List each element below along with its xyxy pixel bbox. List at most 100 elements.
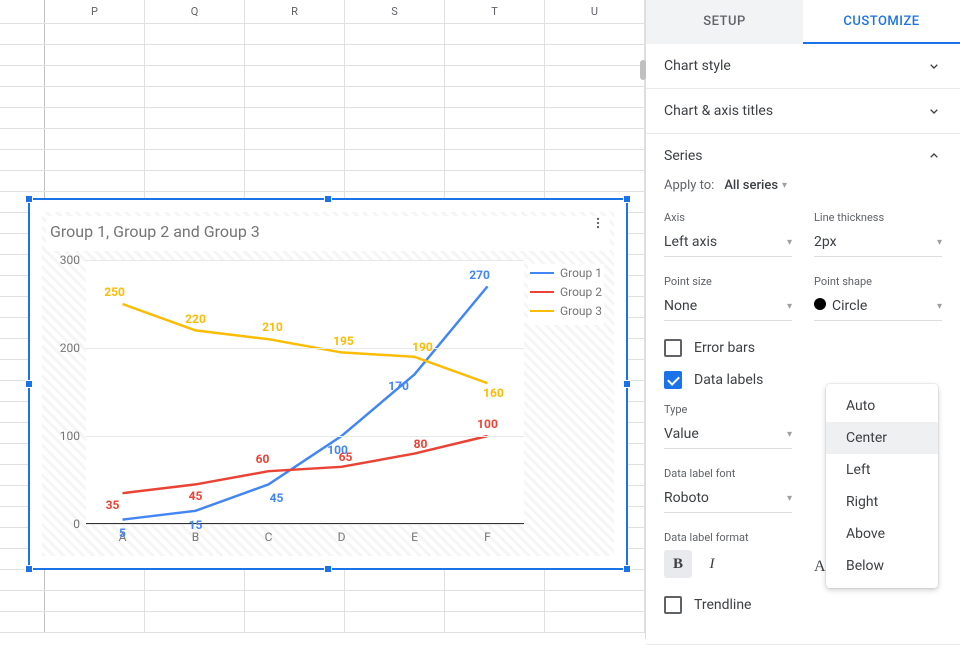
italic-button[interactable]: I bbox=[698, 550, 726, 578]
cell[interactable] bbox=[445, 591, 545, 611]
row-header-corner[interactable] bbox=[0, 0, 45, 23]
cell[interactable] bbox=[245, 150, 345, 170]
cell[interactable] bbox=[145, 171, 245, 191]
cell[interactable] bbox=[245, 45, 345, 65]
cell[interactable] bbox=[345, 87, 445, 107]
sidebar-scroll-indicator[interactable] bbox=[640, 60, 646, 80]
cell[interactable] bbox=[345, 66, 445, 86]
cell[interactable] bbox=[0, 591, 45, 611]
cell[interactable] bbox=[545, 591, 645, 611]
column-header[interactable]: R bbox=[245, 0, 345, 23]
cell[interactable] bbox=[545, 24, 645, 44]
cell[interactable] bbox=[245, 129, 345, 149]
cell[interactable] bbox=[0, 570, 45, 590]
cell[interactable] bbox=[445, 66, 545, 86]
cell[interactable] bbox=[145, 150, 245, 170]
cell[interactable] bbox=[45, 24, 145, 44]
cell[interactable] bbox=[545, 87, 645, 107]
type-select[interactable]: Value▾ bbox=[664, 422, 792, 449]
trendline-checkbox[interactable] bbox=[664, 596, 682, 614]
column-header[interactable]: Q bbox=[145, 0, 245, 23]
cell[interactable] bbox=[245, 87, 345, 107]
column-header[interactable]: S bbox=[345, 0, 445, 23]
cell[interactable] bbox=[145, 24, 245, 44]
chart-legend[interactable]: Group 1Group 2Group 3 bbox=[528, 264, 604, 325]
series-line[interactable] bbox=[123, 286, 488, 519]
resize-handle-mr[interactable] bbox=[623, 380, 631, 388]
resize-handle-ml[interactable] bbox=[25, 380, 33, 388]
cell[interactable] bbox=[0, 66, 45, 86]
column-header[interactable]: T bbox=[445, 0, 545, 23]
cell[interactable] bbox=[145, 108, 245, 128]
resize-handle-br[interactable] bbox=[623, 565, 631, 573]
cell[interactable] bbox=[345, 108, 445, 128]
cell[interactable] bbox=[45, 87, 145, 107]
point-size-select[interactable]: None▾ bbox=[664, 294, 792, 321]
cell[interactable] bbox=[0, 87, 45, 107]
cell[interactable] bbox=[45, 591, 145, 611]
cell[interactable] bbox=[45, 612, 145, 632]
cell[interactable] bbox=[145, 129, 245, 149]
cell[interactable] bbox=[45, 150, 145, 170]
tab-customize[interactable]: CUSTOMIZE bbox=[803, 0, 960, 44]
resize-handle-tr[interactable] bbox=[623, 195, 631, 203]
cell[interactable] bbox=[345, 45, 445, 65]
point-shape-select[interactable]: Circle▾ bbox=[814, 294, 942, 321]
cell[interactable] bbox=[445, 129, 545, 149]
resize-handle-bm[interactable] bbox=[324, 565, 332, 573]
cell[interactable] bbox=[545, 45, 645, 65]
menu-item-center[interactable]: Center bbox=[826, 422, 938, 454]
resize-handle-tl[interactable] bbox=[25, 195, 33, 203]
cell[interactable] bbox=[0, 612, 45, 632]
cell[interactable] bbox=[545, 612, 645, 632]
cell[interactable] bbox=[45, 108, 145, 128]
cell[interactable] bbox=[345, 24, 445, 44]
series-line[interactable] bbox=[123, 436, 488, 493]
cell[interactable] bbox=[545, 66, 645, 86]
cell[interactable] bbox=[445, 24, 545, 44]
cell[interactable] bbox=[345, 570, 445, 590]
chart[interactable]: Group 1, Group 2 and Group 3 0100200300A… bbox=[42, 212, 614, 556]
cell[interactable] bbox=[445, 570, 545, 590]
cell[interactable] bbox=[45, 171, 145, 191]
cell[interactable] bbox=[345, 591, 445, 611]
cell[interactable] bbox=[445, 108, 545, 128]
cell[interactable] bbox=[345, 150, 445, 170]
cell[interactable] bbox=[145, 66, 245, 86]
resize-handle-tm[interactable] bbox=[324, 195, 332, 203]
menu-item-below[interactable]: Below bbox=[826, 550, 938, 582]
chart-title[interactable]: Group 1, Group 2 and Group 3 bbox=[46, 216, 610, 251]
column-header[interactable]: U bbox=[545, 0, 645, 23]
cell[interactable] bbox=[45, 129, 145, 149]
cell[interactable] bbox=[145, 591, 245, 611]
line-thickness-select[interactable]: 2px▾ bbox=[814, 230, 942, 257]
cell[interactable] bbox=[445, 612, 545, 632]
font-select[interactable]: Roboto▾ bbox=[664, 486, 792, 513]
axis-select[interactable]: Left axis▾ bbox=[664, 230, 792, 257]
legend-item[interactable]: Group 3 bbox=[530, 304, 602, 318]
cell[interactable] bbox=[45, 45, 145, 65]
cell[interactable] bbox=[445, 45, 545, 65]
cell[interactable] bbox=[145, 87, 245, 107]
apply-to-select[interactable]: All series ▾ bbox=[724, 178, 787, 193]
cell[interactable] bbox=[145, 45, 245, 65]
bold-button[interactable]: B bbox=[664, 550, 692, 578]
cell[interactable] bbox=[45, 570, 145, 590]
cell[interactable] bbox=[445, 150, 545, 170]
cell[interactable] bbox=[245, 570, 345, 590]
cell[interactable] bbox=[345, 171, 445, 191]
data-labels-checkbox[interactable] bbox=[664, 371, 682, 389]
cell[interactable] bbox=[45, 66, 145, 86]
menu-item-left[interactable]: Left bbox=[826, 454, 938, 486]
menu-item-right[interactable]: Right bbox=[826, 486, 938, 518]
cell[interactable] bbox=[445, 171, 545, 191]
cell[interactable] bbox=[0, 129, 45, 149]
cell[interactable] bbox=[445, 87, 545, 107]
cell[interactable] bbox=[545, 108, 645, 128]
menu-item-auto[interactable]: Auto bbox=[826, 390, 938, 422]
cell[interactable] bbox=[0, 24, 45, 44]
section-chart-style[interactable]: Chart style bbox=[646, 44, 960, 89]
chart-selection[interactable]: Group 1, Group 2 and Group 3 0100200300A… bbox=[28, 198, 628, 570]
cell[interactable] bbox=[545, 570, 645, 590]
section-chart-axis-titles[interactable]: Chart & axis titles bbox=[646, 89, 960, 134]
